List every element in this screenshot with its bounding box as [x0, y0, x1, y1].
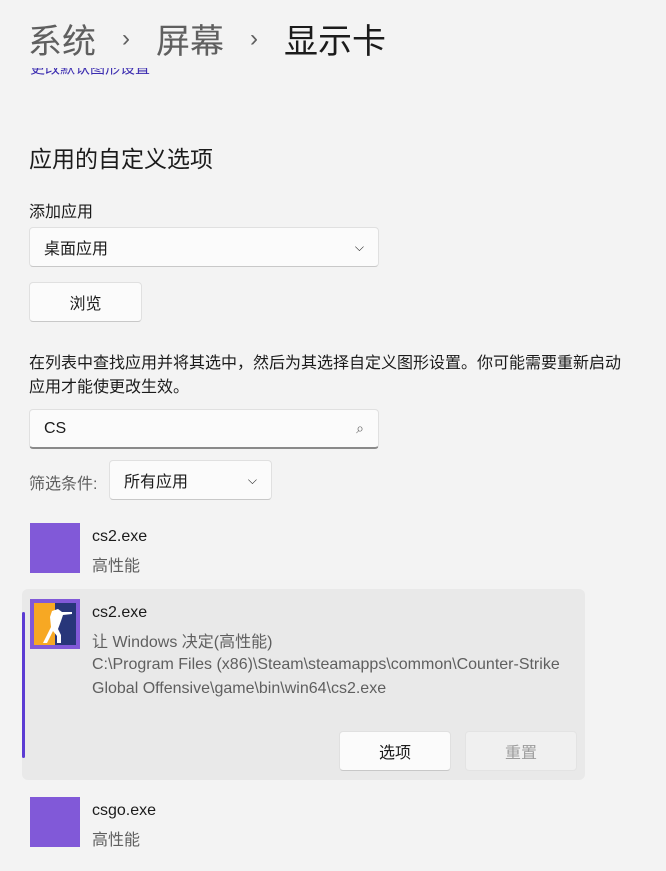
selection-indicator	[22, 612, 25, 758]
breadcrumb-system[interactable]: 系统	[28, 14, 96, 63]
add-app-label: 添加应用	[29, 204, 94, 221]
search-icon: ⌕	[356, 420, 364, 436]
app-name[interactable]: csgo.exe	[92, 802, 156, 820]
app-type-dropdown[interactable]: 桌面应用 ⌵	[29, 227, 379, 267]
options-button[interactable]: 选项	[339, 731, 451, 771]
chevron-right-icon: ›	[122, 24, 130, 52]
default-graphics-link[interactable]: 更改默认图形设置	[30, 68, 150, 82]
app-path: C:\Program Files (x86)\Steam\steamapps\c…	[92, 656, 560, 697]
app-icon	[30, 523, 80, 573]
section-title: 应用的自定义选项	[29, 146, 213, 172]
chevron-down-icon: ⌵	[354, 239, 364, 254]
description: 在列表中查找应用并将其选中，然后为其选择自定义图形设置。你可能需要重新启动应用才…	[29, 355, 622, 396]
app-setting: 高性能	[92, 832, 141, 849]
chevron-right-icon: ›	[250, 24, 258, 52]
app-type-value: 桌面应用	[44, 241, 109, 258]
counter-strike-icon	[30, 599, 80, 649]
breadcrumb-display[interactable]: 屏幕	[156, 14, 224, 63]
app-name: cs2.exe	[92, 604, 148, 621]
search-value: CS	[44, 419, 67, 437]
filter-label: 筛选条件:	[29, 476, 98, 493]
app-setting: 高性能	[92, 558, 141, 575]
filter-value: 所有应用	[124, 474, 189, 491]
browse-button[interactable]: 浏览	[29, 282, 142, 322]
reset-button[interactable]: 重置	[465, 731, 577, 771]
search-input[interactable]: CS ⌕	[29, 409, 379, 449]
filter-dropdown[interactable]: 所有应用 ⌵	[109, 460, 272, 500]
app-setting: 让 Windows 决定(高性能)	[92, 634, 273, 651]
app-icon	[30, 797, 80, 847]
app-name[interactable]: cs2.exe	[92, 528, 147, 546]
chevron-down-icon: ⌵	[247, 472, 257, 487]
page-title: 显示卡	[284, 23, 386, 61]
breadcrumb: 系统 › 屏幕 › 显示卡	[28, 14, 386, 63]
